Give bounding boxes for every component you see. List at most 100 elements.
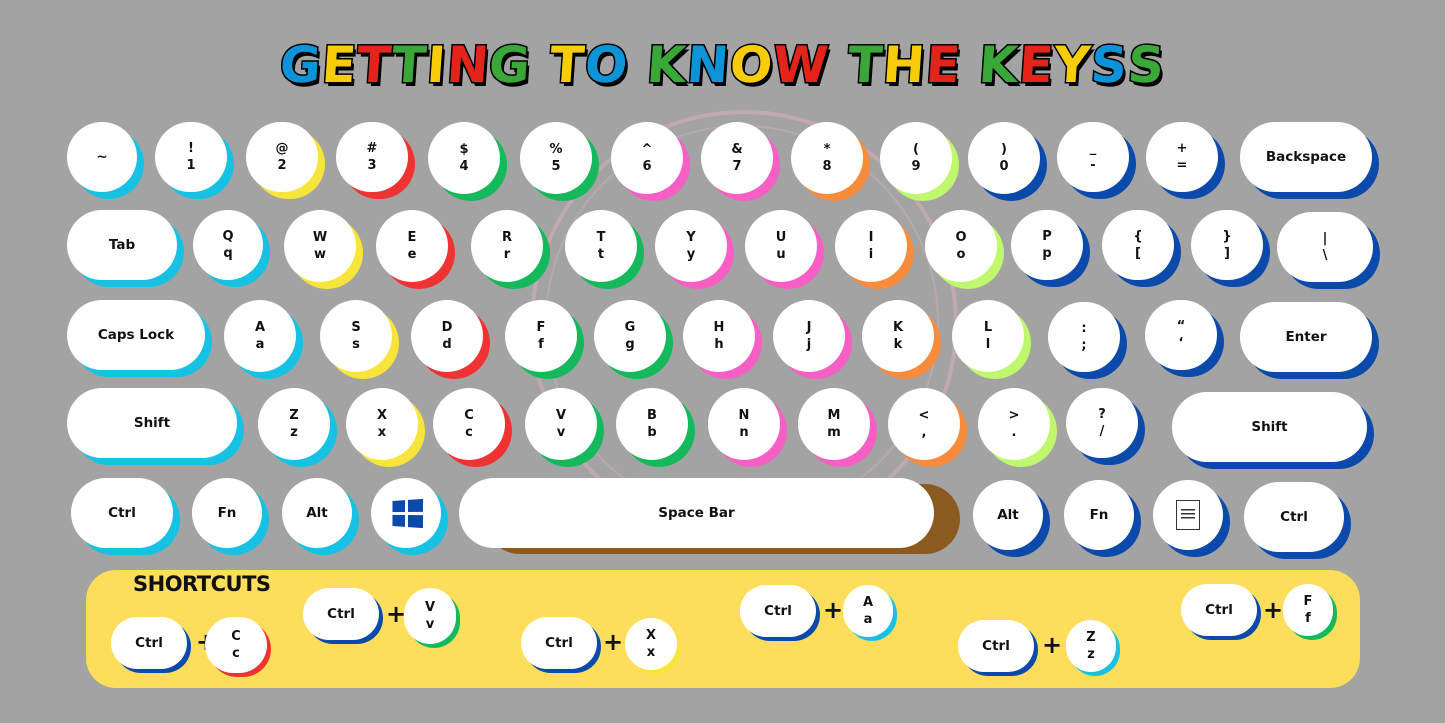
key-upper-label: >	[1008, 408, 1020, 423]
key-backspace[interactable]: Backspace	[1240, 122, 1372, 192]
key-upper-label: P	[1042, 229, 1052, 244]
shortcut-letter-key[interactable]: Vv	[404, 588, 456, 644]
key-f[interactable]: Ff	[505, 300, 577, 372]
key-fn-right[interactable]: Fn	[1064, 480, 1134, 550]
key-semicolon[interactable]: :;	[1048, 302, 1120, 372]
shortcut-ctrl-key[interactable]: Ctrl	[521, 617, 597, 669]
shortcut-ctrl-key[interactable]: Ctrl	[958, 620, 1034, 672]
shortcut-ctrl-key[interactable]: Ctrl	[111, 617, 187, 669]
shortcut-letter-key[interactable]: Zz	[1066, 620, 1116, 672]
key-equals[interactable]: + =	[1146, 122, 1218, 192]
key-lower-label: n	[739, 425, 749, 440]
title-letter: T	[388, 35, 430, 96]
key-alt-left[interactable]: Alt	[282, 478, 352, 548]
key-q[interactable]: Qq	[193, 210, 263, 280]
key-space[interactable]: Space Bar	[459, 478, 934, 548]
key-w[interactable]: Ww	[284, 210, 356, 282]
key-k[interactable]: Kk	[862, 300, 934, 372]
shortcut-letter-key[interactable]: Aa	[843, 585, 893, 637]
key-l[interactable]: Ll	[952, 300, 1024, 372]
key-ctrl-left[interactable]: Ctrl	[71, 478, 173, 548]
key-lower-label: 5	[551, 159, 561, 174]
key-upper-label: &	[731, 142, 743, 157]
key-lower-label: z	[290, 425, 298, 440]
key-0[interactable]: ) 0	[968, 122, 1040, 194]
key-9[interactable]: (9	[880, 122, 952, 194]
key-rbrace[interactable]: }]	[1191, 210, 1263, 280]
key-upper-label: !	[188, 141, 194, 156]
key-capslock[interactable]: Caps Lock	[67, 300, 205, 370]
key-y[interactable]: Yy	[655, 210, 727, 282]
shortcut-ctrl-key[interactable]: Ctrl	[740, 585, 816, 637]
key-quote[interactable]: “‘	[1145, 300, 1217, 370]
key-lower-label: \	[1322, 248, 1328, 263]
key-upper-label: +	[1176, 141, 1188, 156]
key-d[interactable]: Dd	[411, 300, 483, 372]
key-lower-label: u	[776, 247, 786, 262]
key-7[interactable]: & 7	[701, 122, 773, 194]
key-p[interactable]: Pp	[1011, 210, 1083, 280]
key-o[interactable]: Oo	[925, 210, 997, 282]
key-8[interactable]: * 8	[791, 122, 863, 194]
key-comma[interactable]: <,	[888, 388, 960, 460]
key-i[interactable]: Ii	[835, 210, 907, 282]
key-slash[interactable]: ? /	[1066, 388, 1138, 458]
key-upper-label: ^	[641, 142, 653, 157]
key-shift-right[interactable]: Shift	[1172, 392, 1367, 462]
key-r[interactable]: Rr	[471, 210, 543, 282]
key-backslash[interactable]: | \	[1277, 212, 1373, 282]
key-c[interactable]: Cc	[433, 388, 505, 460]
title-letter: E	[922, 35, 964, 96]
key-upper-label: :	[1081, 321, 1087, 336]
key-menu[interactable]	[1153, 480, 1223, 550]
key-n[interactable]: Nn	[708, 388, 780, 460]
key-tilde[interactable]: ~	[67, 122, 137, 192]
title-letter: T	[353, 35, 395, 96]
key-minus[interactable]: _ -	[1057, 122, 1129, 192]
key-lbrace[interactable]: {[	[1102, 210, 1174, 280]
key-lower-label: a	[863, 612, 873, 627]
key-ctrl-right[interactable]: Ctrl	[1244, 482, 1344, 552]
key-s[interactable]: Ss	[320, 300, 392, 372]
key-b[interactable]: Bb	[616, 388, 688, 460]
key-m[interactable]: Mm	[798, 388, 870, 460]
key-e[interactable]: Ee	[376, 210, 448, 282]
key-shift-left[interactable]: Shift	[67, 388, 237, 458]
key-lower-label: m	[827, 425, 841, 440]
key-upper-label: J	[806, 320, 812, 335]
key-fn-left[interactable]: Fn	[192, 478, 262, 548]
key-lower-label: x	[646, 645, 656, 660]
key-6[interactable]: ^ 6	[611, 122, 683, 194]
key-3[interactable]: #3	[336, 122, 408, 192]
key-1[interactable]: ! 1	[155, 122, 227, 192]
key-a[interactable]: Aa	[224, 300, 296, 372]
key-lower-label: q	[223, 246, 233, 261]
key-lower-label: v	[556, 425, 566, 440]
key-z[interactable]: Zz	[258, 388, 330, 460]
shortcut-letter-key[interactable]: Xx	[625, 618, 677, 670]
shortcut-ctrl-key[interactable]: Ctrl	[1181, 584, 1257, 636]
key-u[interactable]: Uu	[745, 210, 817, 282]
shortcut-letter-key[interactable]: Cc	[205, 617, 267, 673]
title-letter: W	[770, 35, 833, 96]
key-g[interactable]: Gg	[594, 300, 666, 372]
key-4[interactable]: $4	[428, 122, 500, 194]
key-lower-label: ]	[1224, 246, 1230, 261]
shortcut-letter-key[interactable]: Ff	[1283, 584, 1333, 636]
key-v[interactable]: Vv	[525, 388, 597, 460]
key-tab[interactable]: Tab	[67, 210, 177, 280]
key-enter[interactable]: Enter	[1240, 302, 1372, 372]
key-2[interactable]: @2	[246, 122, 318, 192]
key-j[interactable]: Jj	[773, 300, 845, 372]
key-alt-right[interactable]: Alt	[973, 480, 1043, 550]
key-lower-label: 4	[459, 159, 469, 174]
shortcut-ctrl-key[interactable]: Ctrl	[303, 588, 379, 640]
key-windows[interactable]	[371, 478, 441, 548]
key-5[interactable]: % 5	[520, 122, 592, 194]
key-period[interactable]: >.	[978, 388, 1050, 460]
key-x[interactable]: Xx	[346, 388, 418, 460]
key-t[interactable]: Tt	[565, 210, 637, 282]
key-upper-label: Z	[289, 408, 299, 423]
key-h[interactable]: Hh	[683, 300, 755, 372]
key-upper-label: Q	[222, 229, 234, 244]
